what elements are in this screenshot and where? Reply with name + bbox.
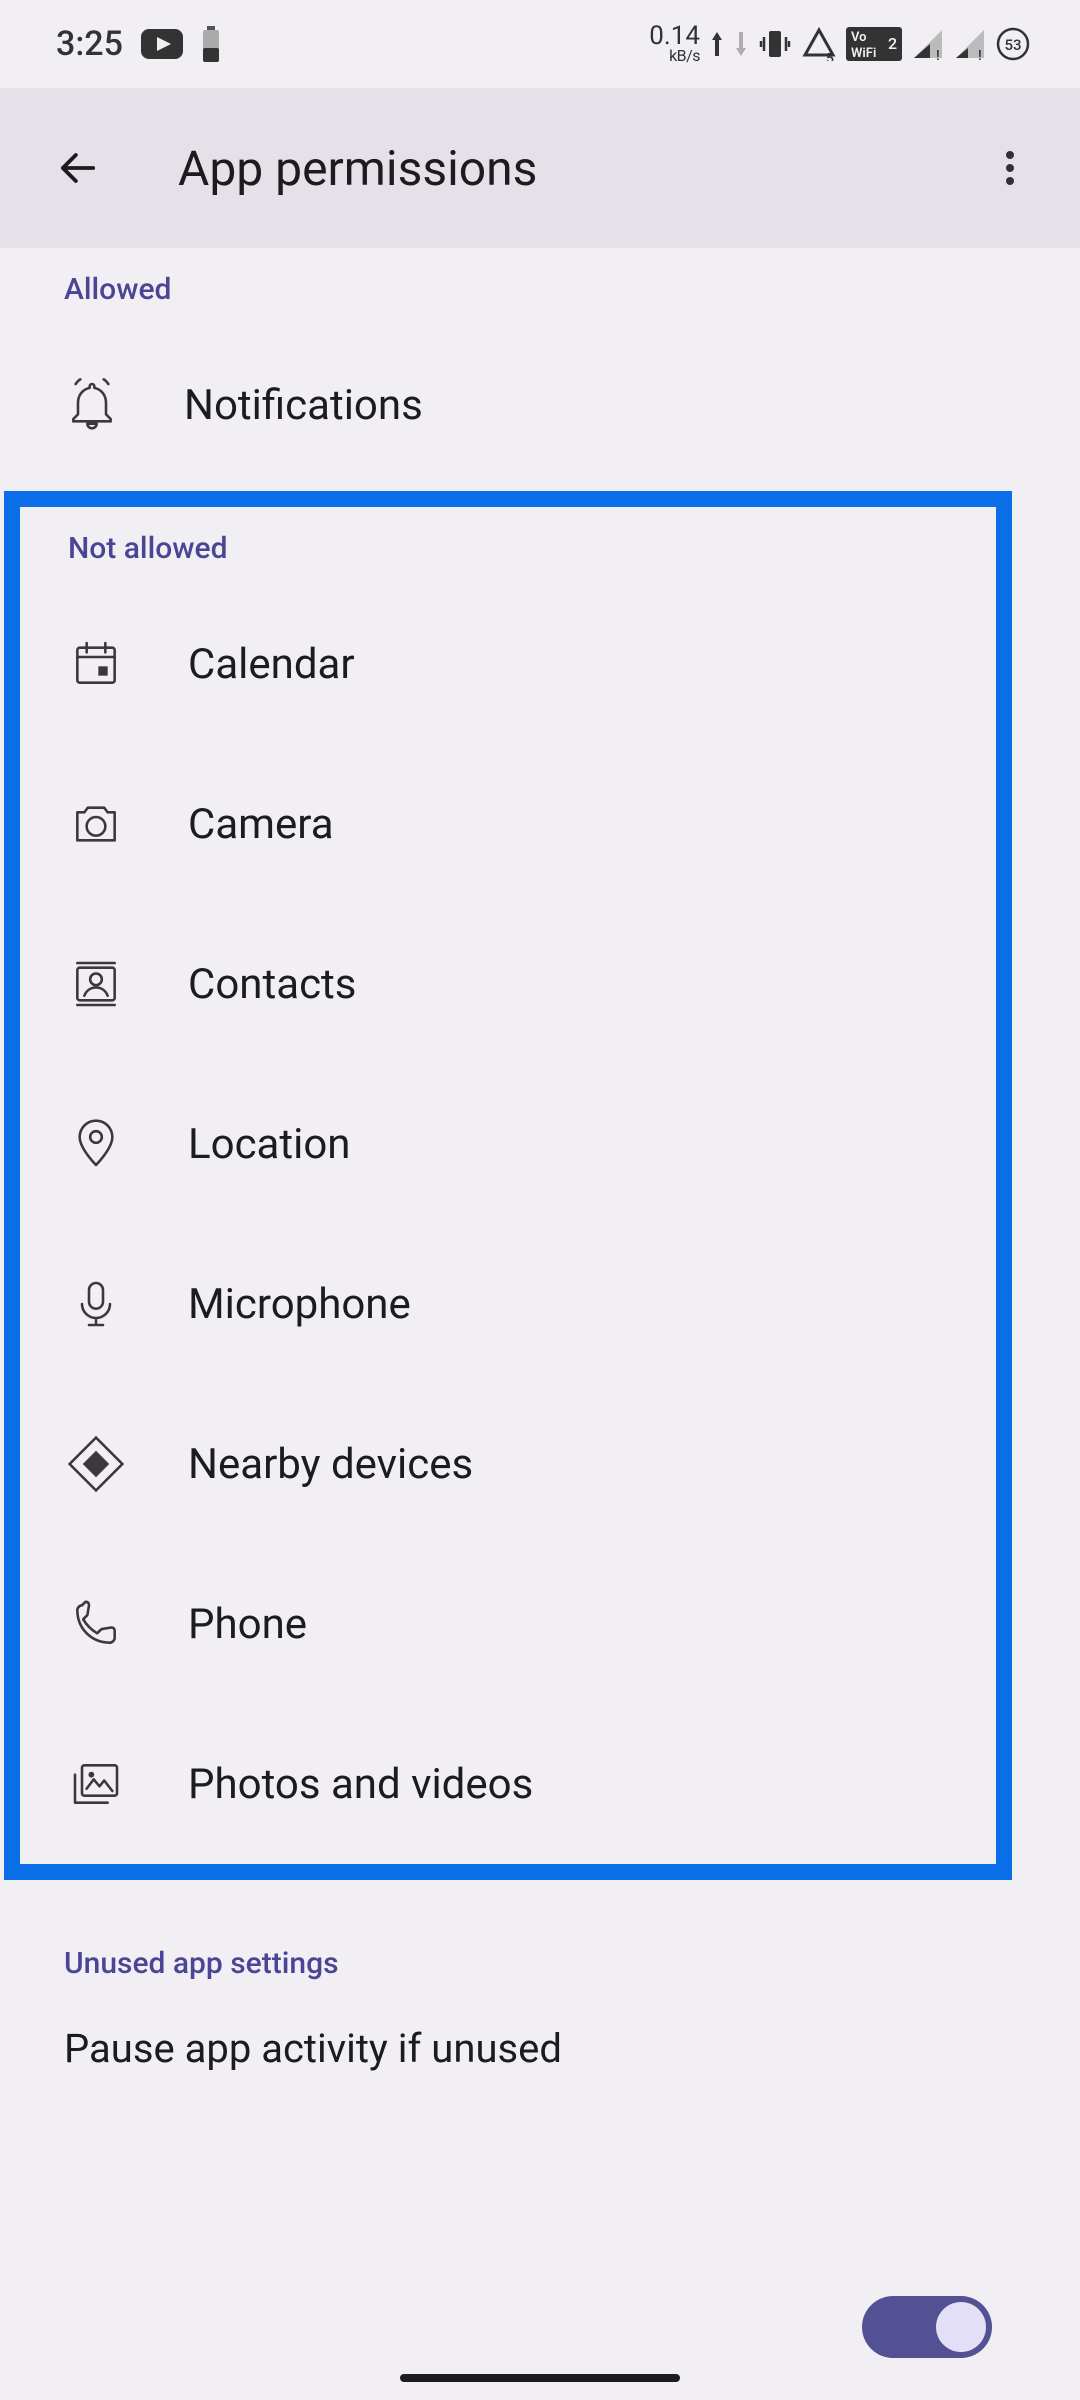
youtube-icon — [141, 29, 183, 59]
svg-text:WiFi: WiFi — [851, 46, 876, 61]
data-saver-icon: 5 — [802, 27, 836, 61]
page-title: App permissions — [118, 140, 970, 197]
location-icon — [68, 1116, 124, 1172]
permission-label: Photos and videos — [188, 1760, 533, 1809]
highlight-box: Not allowed Calendar Camera Contacts Loc… — [4, 491, 1012, 1880]
permission-label: Location — [188, 1120, 351, 1169]
permission-row-location[interactable]: Location — [20, 1064, 996, 1224]
signal-2-icon: ! — [954, 28, 986, 60]
calendar-icon — [68, 636, 124, 692]
do-not-disturb-icon: 53 — [996, 27, 1030, 61]
microphone-icon — [68, 1276, 124, 1332]
svg-text:53: 53 — [1004, 36, 1021, 54]
pause-activity-switch[interactable] — [862, 2296, 992, 2358]
pause-activity-label: Pause app activity if unused — [64, 2025, 562, 2072]
section-header-unused: Unused app settings — [0, 1922, 1080, 1999]
permission-row-notifications[interactable]: Notifications — [0, 325, 1080, 485]
download-arrow-icon — [734, 30, 748, 58]
permission-row-nearby[interactable]: Nearby devices — [20, 1384, 996, 1544]
vowifi-icon: VoWiFi 2 — [846, 27, 902, 61]
section-header-allowed: Allowed — [0, 248, 1080, 325]
status-time: 3:25 — [56, 24, 123, 64]
svg-text:5: 5 — [826, 51, 834, 61]
permission-row-microphone[interactable]: Microphone — [20, 1224, 996, 1384]
section-header-not-allowed: Not allowed — [20, 507, 996, 584]
battery-icon — [201, 26, 221, 62]
permission-label: Contacts — [188, 960, 356, 1009]
svg-text:Vo: Vo — [851, 30, 867, 45]
switch-thumb — [936, 2302, 986, 2352]
signal-1-icon: ! — [912, 28, 944, 60]
notifications-icon — [64, 377, 120, 433]
data-rate: 0.14kB/s — [649, 25, 700, 63]
back-button[interactable] — [38, 128, 118, 208]
permission-row-contacts[interactable]: Contacts — [20, 904, 996, 1064]
permission-label: Phone — [188, 1600, 307, 1649]
phone-icon — [68, 1596, 124, 1652]
photos-videos-icon — [68, 1756, 124, 1812]
permission-label: Notifications — [184, 381, 423, 430]
contacts-icon — [68, 956, 124, 1012]
overflow-menu-button[interactable] — [970, 128, 1050, 208]
nearby-devices-icon — [68, 1436, 124, 1492]
svg-text:2: 2 — [888, 34, 897, 53]
pause-activity-row[interactable]: Pause app activity if unused — [0, 1999, 1080, 2072]
permission-label: Nearby devices — [188, 1440, 473, 1489]
camera-icon — [68, 796, 124, 852]
permission-label: Microphone — [188, 1280, 411, 1329]
permission-row-calendar[interactable]: Calendar — [20, 584, 996, 744]
app-bar: App permissions — [0, 88, 1080, 248]
status-bar: 3:25 0.14kB/s 5 VoWiFi 2 ! ! — [0, 0, 1080, 88]
permission-row-phone[interactable]: Phone — [20, 1544, 996, 1704]
permission-label: Calendar — [188, 640, 355, 689]
vibrate-icon — [758, 27, 792, 61]
navigation-handle[interactable] — [400, 2374, 680, 2382]
upload-arrow-icon — [710, 30, 724, 58]
svg-text:!: ! — [978, 48, 982, 60]
svg-text:!: ! — [936, 48, 940, 60]
permission-row-camera[interactable]: Camera — [20, 744, 996, 904]
permission-label: Camera — [188, 800, 334, 849]
permission-row-photos[interactable]: Photos and videos — [20, 1704, 996, 1864]
